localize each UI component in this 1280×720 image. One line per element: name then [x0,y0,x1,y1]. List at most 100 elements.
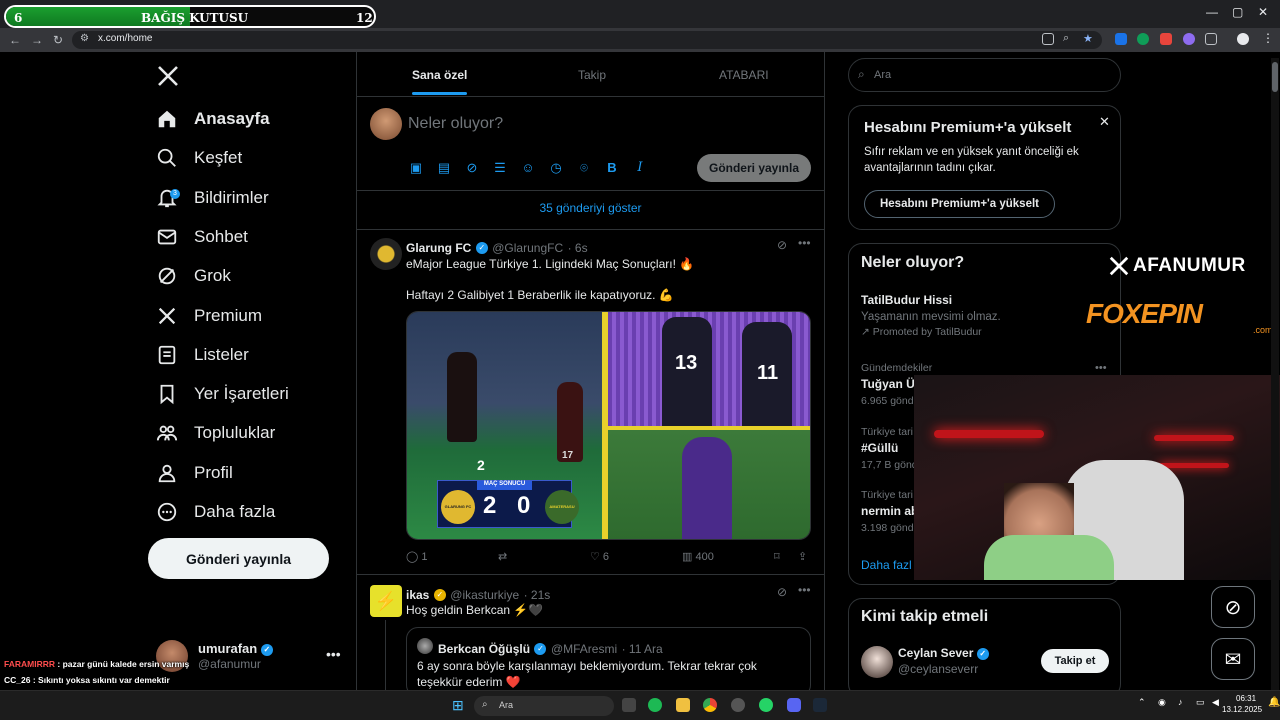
reply-button[interactable]: ◯ 1 [406,550,428,563]
upgrade-premium-button[interactable]: Hesabını Premium+'a yükselt [864,190,1055,218]
bold-icon[interactable]: B [604,160,620,176]
steam-icon[interactable] [813,698,827,712]
network-icon[interactable]: ▭ [1196,697,1205,708]
app-icon[interactable] [731,698,745,712]
retweet-button[interactable]: ⇄ [498,550,507,563]
avatar[interactable] [370,238,402,270]
avatar[interactable]: ⚡ [370,585,402,617]
minimize-button[interactable]: — [1206,5,1218,19]
bookmark-star-icon[interactable]: ★ [1083,32,1093,45]
tab-atabari[interactable]: ATABARI [719,68,769,82]
sidebar-item-communities[interactable]: Topluluklar [156,415,275,451]
close-icon[interactable]: ✕ [1099,114,1110,130]
trend-item[interactable]: TatilBudur Hissi Yaşamanın mevsimi olmaz… [861,293,1001,338]
views-button[interactable]: ▥ 400 [682,550,714,563]
tray-app-icon[interactable]: ◉ [1158,697,1166,708]
tweet-time[interactable]: · 6s [568,241,588,255]
file-explorer-icon[interactable] [676,698,690,712]
x-logo-icon[interactable] [156,64,180,93]
show-more-link[interactable]: Daha fazl [861,558,912,572]
close-window-button[interactable]: ✕ [1258,5,1268,19]
sidebar-item-list[interactable]: Listeler [156,337,249,373]
tweet-time[interactable]: · 21s [524,588,551,602]
task-view-icon[interactable] [622,698,636,712]
zoom-icon[interactable]: ⌕ [1063,32,1069,45]
site-info-icon[interactable]: ⚙ [80,33,89,44]
more-horizontal-icon[interactable]: ••• [798,236,811,250]
avatar[interactable] [861,646,893,678]
like-button[interactable]: ♡ 6 [590,550,609,563]
grok-icon[interactable]: ⊘ [464,160,480,176]
avatar[interactable] [370,108,402,140]
sidebar-item-mail[interactable]: Sohbet [156,219,248,255]
url-box[interactable] [72,31,1102,49]
suggested-user-name[interactable]: Ceylan Sever ✓ [898,646,989,660]
compose-post-button[interactable]: Gönderi yayınla [697,154,811,182]
sidebar-item-x-logo[interactable]: Premium [156,298,262,334]
extension-icon[interactable] [1183,33,1195,45]
bookmark-icon[interactable]: ⌑ [774,550,780,563]
chrome-icon[interactable] [703,698,717,712]
install-app-icon[interactable] [1042,33,1054,45]
sidebar-item-grok[interactable]: Grok [156,258,231,294]
sidebar-item-bookmark[interactable]: Yer İşaretleri [156,376,289,412]
bookmark-icon [156,383,178,405]
spotify-icon[interactable] [648,698,662,712]
image-icon[interactable]: ▣ [408,160,424,176]
microphone-icon[interactable]: ♪ [1178,697,1183,707]
profile-avatar-icon[interactable] [1237,33,1249,45]
emoji-icon[interactable]: ☺ [520,160,536,176]
tab-following[interactable]: Takip [578,68,606,82]
browser-menu-icon[interactable]: ⋮ [1262,31,1274,45]
tab-for-you[interactable]: Sana özel [412,68,467,82]
sidebar-item-search[interactable]: Keşfet [156,140,242,176]
scrollbar-thumb[interactable] [1272,62,1278,92]
grok-icon[interactable]: ⊘ [777,238,787,252]
whatsapp-icon[interactable] [759,698,773,712]
tweet-author-handle[interactable]: @ikasturkiye [450,588,519,602]
discord-icon[interactable] [787,698,801,712]
share-icon[interactable]: ⇪ [798,550,807,563]
reload-button[interactable]: ↻ [53,33,63,47]
poll-icon[interactable]: ☰ [492,160,508,176]
forward-button[interactable]: → [31,33,43,47]
italic-icon[interactable]: I [632,160,648,176]
grok-icon[interactable]: ⊘ [1211,586,1255,628]
profile-name[interactable]: umurafan ✓ [198,641,273,656]
notifications-icon[interactable]: 🔔 [1268,697,1280,708]
trend-item[interactable]: Türkiye tari nermin ab 3.198 gönde [861,489,919,534]
schedule-icon[interactable]: ◷ [548,160,564,176]
tweet-author-name[interactable]: Glarung FC [406,241,471,255]
taskbar-search-box[interactable] [474,696,614,716]
compose-input[interactable]: Neler oluyor? [408,115,503,133]
maximize-button[interactable]: ▢ [1232,5,1243,19]
windows-start-icon[interactable]: ⊞ [452,697,464,714]
clock-date[interactable]: 13.12.2025 [1222,705,1262,714]
location-icon[interactable]: ⌾ [576,160,592,176]
scrollbar[interactable] [1271,58,1279,690]
extension-icon[interactable] [1115,33,1127,45]
volume-icon[interactable]: ◀ [1212,697,1219,708]
show-new-posts-link[interactable]: 35 gönderiyi göster [357,201,824,215]
follow-button[interactable]: Takip et [1041,649,1109,673]
more-horizontal-icon[interactable]: ••• [798,583,811,597]
more-horizontal-icon[interactable]: ••• [1095,362,1107,374]
post-button[interactable]: Gönderi yayınla [148,538,329,579]
tweet-media[interactable]: 2 17 13 11 MAÇ SONUCU GLARUNG FC 2 0 AMA… [406,311,811,540]
clock-time[interactable]: 06:31 [1236,694,1256,703]
extension-icon[interactable] [1160,33,1172,45]
messages-icon[interactable]: ✉ [1211,638,1255,680]
tray-chevron-icon[interactable]: ⌃ [1138,697,1146,708]
sidebar-item-home[interactable]: Anasayfa [156,101,270,137]
sidebar-item-more-circle[interactable]: Daha fazla [156,494,275,530]
more-horizontal-icon[interactable]: ••• [326,646,341,662]
back-button[interactable]: ← [9,33,21,47]
grok-icon[interactable]: ⊘ [777,585,787,599]
sidebar-item-bell[interactable]: 3 Bildirimler [156,180,269,216]
sidebar-item-person[interactable]: Profil [156,455,233,491]
tweet-author-handle[interactable]: @GlarungFC [492,241,563,255]
extensions-puzzle-icon[interactable] [1205,33,1217,45]
gif-icon[interactable]: ▤ [436,160,452,176]
extension-icon[interactable] [1137,33,1149,45]
tweet-author-name[interactable]: ikas [406,588,429,602]
